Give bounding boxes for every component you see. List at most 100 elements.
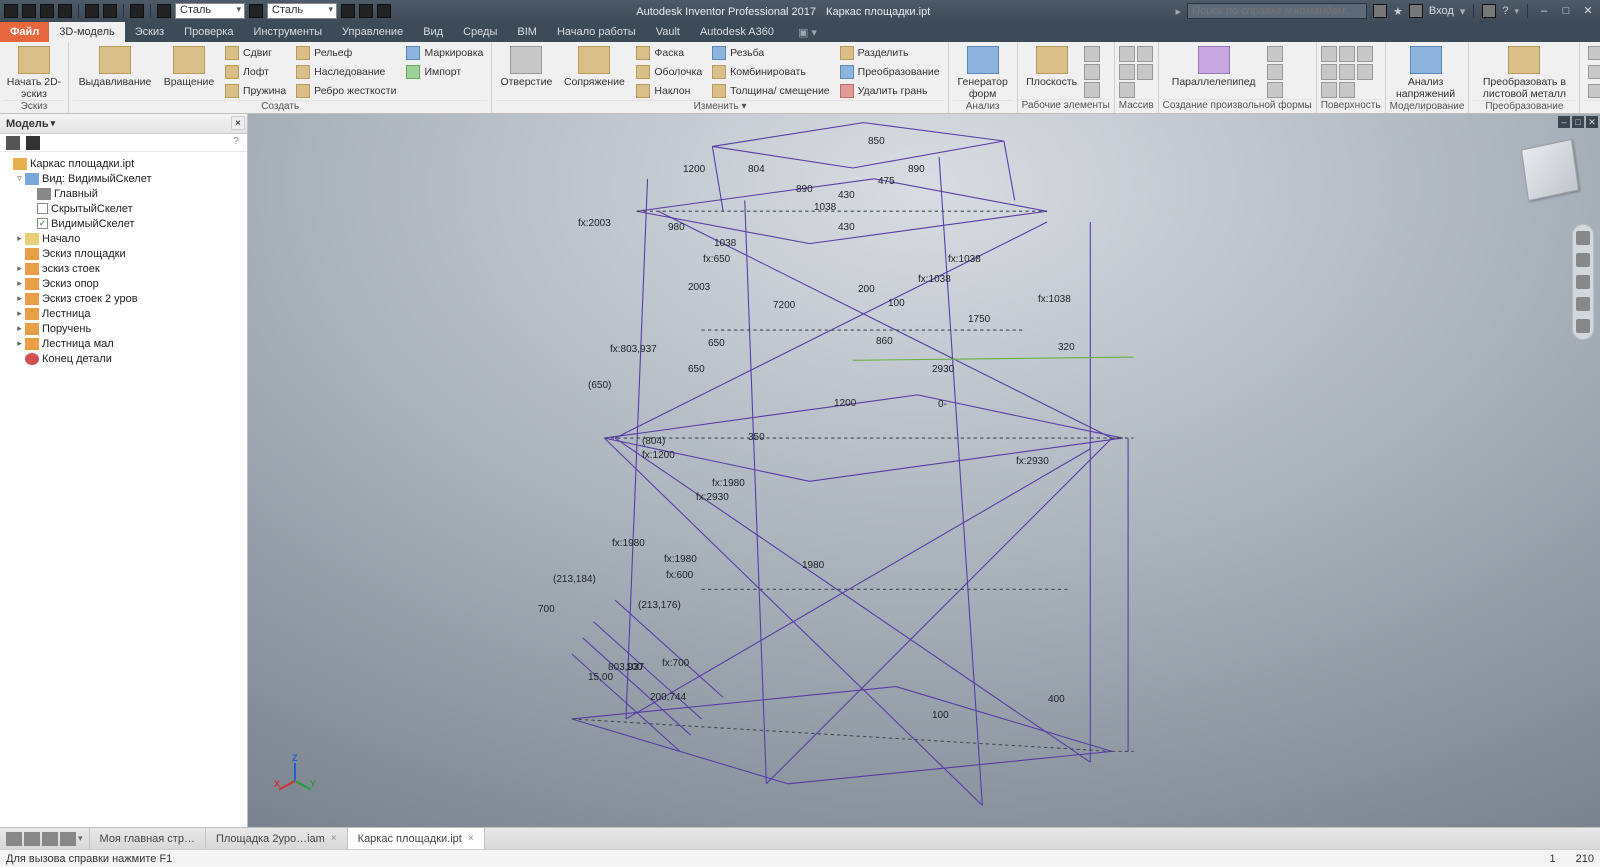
revolve-button[interactable]: Вращение (159, 44, 219, 88)
tree-viewrep[interactable]: ▿Вид: ВидимыйСкелет (2, 171, 245, 186)
minimize-button[interactable]: – (1536, 4, 1552, 18)
tree-end[interactable]: Конец детали (2, 351, 245, 366)
tree-hidden-skel[interactable]: СкрытыйСкелет (2, 201, 245, 216)
tree-sketch-4[interactable]: ▸Лестница (2, 306, 245, 321)
tree-sketch-3[interactable]: ▸Эскиз стоек 2 уров (2, 291, 245, 306)
tree-sketch-6[interactable]: ▸Лестница мал (2, 336, 245, 351)
tab-vault[interactable]: Vault (646, 22, 690, 42)
freeform-box-button[interactable]: Параллелепипед (1163, 44, 1265, 88)
find-icon[interactable] (26, 136, 40, 150)
tab-close-icon[interactable]: × (331, 833, 337, 844)
surf4-icon[interactable] (1339, 46, 1355, 62)
tree-root[interactable]: Каркас площадки.ipt (2, 156, 245, 171)
freeform3-icon[interactable] (1267, 82, 1283, 98)
tree-sketch-1[interactable]: ▸эскиз стоек (2, 261, 245, 276)
draft-button[interactable]: Наклон (632, 82, 706, 100)
sweep-button[interactable]: Сдвиг (221, 44, 290, 62)
extrude-button[interactable]: Выдавливание (73, 44, 157, 88)
thicken-button[interactable]: Толщина/ смещение (708, 82, 833, 100)
import-button[interactable]: Импорт (402, 63, 487, 81)
tab-a360[interactable]: Autodesk A360 (690, 22, 784, 42)
pattern2-icon[interactable] (1137, 64, 1153, 80)
base-view-button[interactable]: Base View (1584, 44, 1600, 62)
freeform2-icon[interactable] (1267, 64, 1283, 80)
doc-tab-assembly[interactable]: Площадка 2уро…iam× (206, 828, 348, 849)
tree-sketch-5[interactable]: ▸Поручень (2, 321, 245, 336)
filter-icon[interactable] (6, 136, 20, 150)
rib-button[interactable]: Ребро жесткости (292, 82, 400, 100)
combine-button[interactable]: Комбинировать (708, 63, 833, 81)
tab-3d-model[interactable]: 3D-модель (49, 22, 124, 42)
qat-color-icon[interactable] (249, 4, 263, 18)
surf1-icon[interactable] (1321, 46, 1337, 62)
axis-icon[interactable] (1084, 46, 1100, 62)
deleteface-button[interactable]: Удалить грань (836, 82, 944, 100)
material-combo-1[interactable]: Сталь (175, 3, 245, 19)
tab-extras[interactable]: ▣ ▾ (788, 22, 827, 42)
movebody-button[interactable]: Преобразование (836, 63, 944, 81)
hole-button[interactable]: Отверстие (496, 44, 556, 88)
start-2d-sketch-button[interactable]: Начать 2D-эскиз (4, 44, 64, 100)
emboss-button[interactable]: Рельеф (292, 44, 400, 62)
align-sketch-button[interactable]: Align Sketch (1584, 82, 1600, 100)
point-icon[interactable] (1084, 64, 1100, 80)
qat-save-icon[interactable] (58, 4, 72, 18)
split-button[interactable]: Разделить (836, 44, 944, 62)
decal-button[interactable]: Маркировка (402, 44, 487, 62)
qat-open-icon[interactable] (40, 4, 54, 18)
surf6-icon[interactable] (1339, 82, 1355, 98)
qat-measure-icon[interactable] (341, 4, 355, 18)
ucs-icon[interactable] (1084, 82, 1100, 98)
projected-view-button[interactable]: Projected View (1584, 63, 1600, 81)
maximize-button[interactable]: □ (1558, 4, 1574, 18)
thread-button[interactable]: Резьба (708, 44, 833, 62)
tree-sketch-2[interactable]: ▸Эскиз опор (2, 276, 245, 291)
tree-origin[interactable]: ▸Начало (2, 231, 245, 246)
qat-home-icon[interactable] (130, 4, 144, 18)
doc-tab-part[interactable]: Каркас площадки.ipt× (348, 828, 485, 849)
browser-help-icon[interactable]: ? (229, 136, 243, 150)
tree-sketch-0[interactable]: Эскиз площадки (2, 246, 245, 261)
help-search-input[interactable] (1187, 3, 1367, 19)
coil-button[interactable]: Пружина (221, 82, 290, 100)
close-button[interactable]: ✕ (1580, 4, 1596, 18)
surf2-icon[interactable] (1321, 64, 1337, 80)
stress-analysis-button[interactable]: Анализ напряжений (1390, 44, 1462, 100)
tab-inspect[interactable]: Проверка (174, 22, 243, 42)
user-icon[interactable] (1409, 4, 1423, 18)
exchange-icon[interactable] (1482, 4, 1496, 18)
surf7-icon[interactable] (1357, 46, 1373, 62)
mirror-icon[interactable] (1119, 82, 1135, 98)
qat-redo-icon[interactable] (103, 4, 117, 18)
browser-close-button[interactable]: × (231, 116, 245, 130)
qat-appearance-icon[interactable] (157, 4, 171, 18)
search-icon[interactable] (1373, 4, 1387, 18)
tree-visible-skel[interactable]: ВидимыйСкелет (2, 216, 245, 231)
doc-tab-home[interactable]: Моя главная стр… (90, 828, 206, 849)
graphics-canvas[interactable]: – □ ✕ (248, 114, 1600, 827)
surf5-icon[interactable] (1339, 64, 1355, 80)
fillet-button[interactable]: Сопряжение (558, 44, 630, 88)
tree-main[interactable]: Главный (2, 186, 245, 201)
surf3-icon[interactable] (1321, 82, 1337, 98)
shell-button[interactable]: Оболочка (632, 63, 706, 81)
tab-manage[interactable]: Управление (332, 22, 413, 42)
plane-button[interactable]: Плоскость (1022, 44, 1082, 88)
tab-file[interactable]: Файл (0, 22, 49, 42)
layout2-icon[interactable] (24, 832, 40, 846)
rect-pattern-icon[interactable] (1119, 46, 1135, 62)
tab-getstarted[interactable]: Начало работы (547, 22, 646, 42)
tab-bim[interactable]: BIM (507, 22, 547, 42)
sketch-pattern-icon[interactable] (1137, 46, 1153, 62)
loft-button[interactable]: Лофт (221, 63, 290, 81)
derive-button[interactable]: Наследование (292, 63, 400, 81)
tab-tools[interactable]: Инструменты (243, 22, 332, 42)
qat-new-icon[interactable] (22, 4, 36, 18)
layout1-icon[interactable] (6, 832, 22, 846)
qat-fx-icon[interactable] (359, 4, 373, 18)
signin-label[interactable]: Вход (1429, 5, 1454, 17)
browser-header[interactable]: Модель▾ (0, 114, 247, 134)
qat-undo-icon[interactable] (85, 4, 99, 18)
chamfer-button[interactable]: Фаска (632, 44, 706, 62)
tab-environments[interactable]: Среды (453, 22, 507, 42)
